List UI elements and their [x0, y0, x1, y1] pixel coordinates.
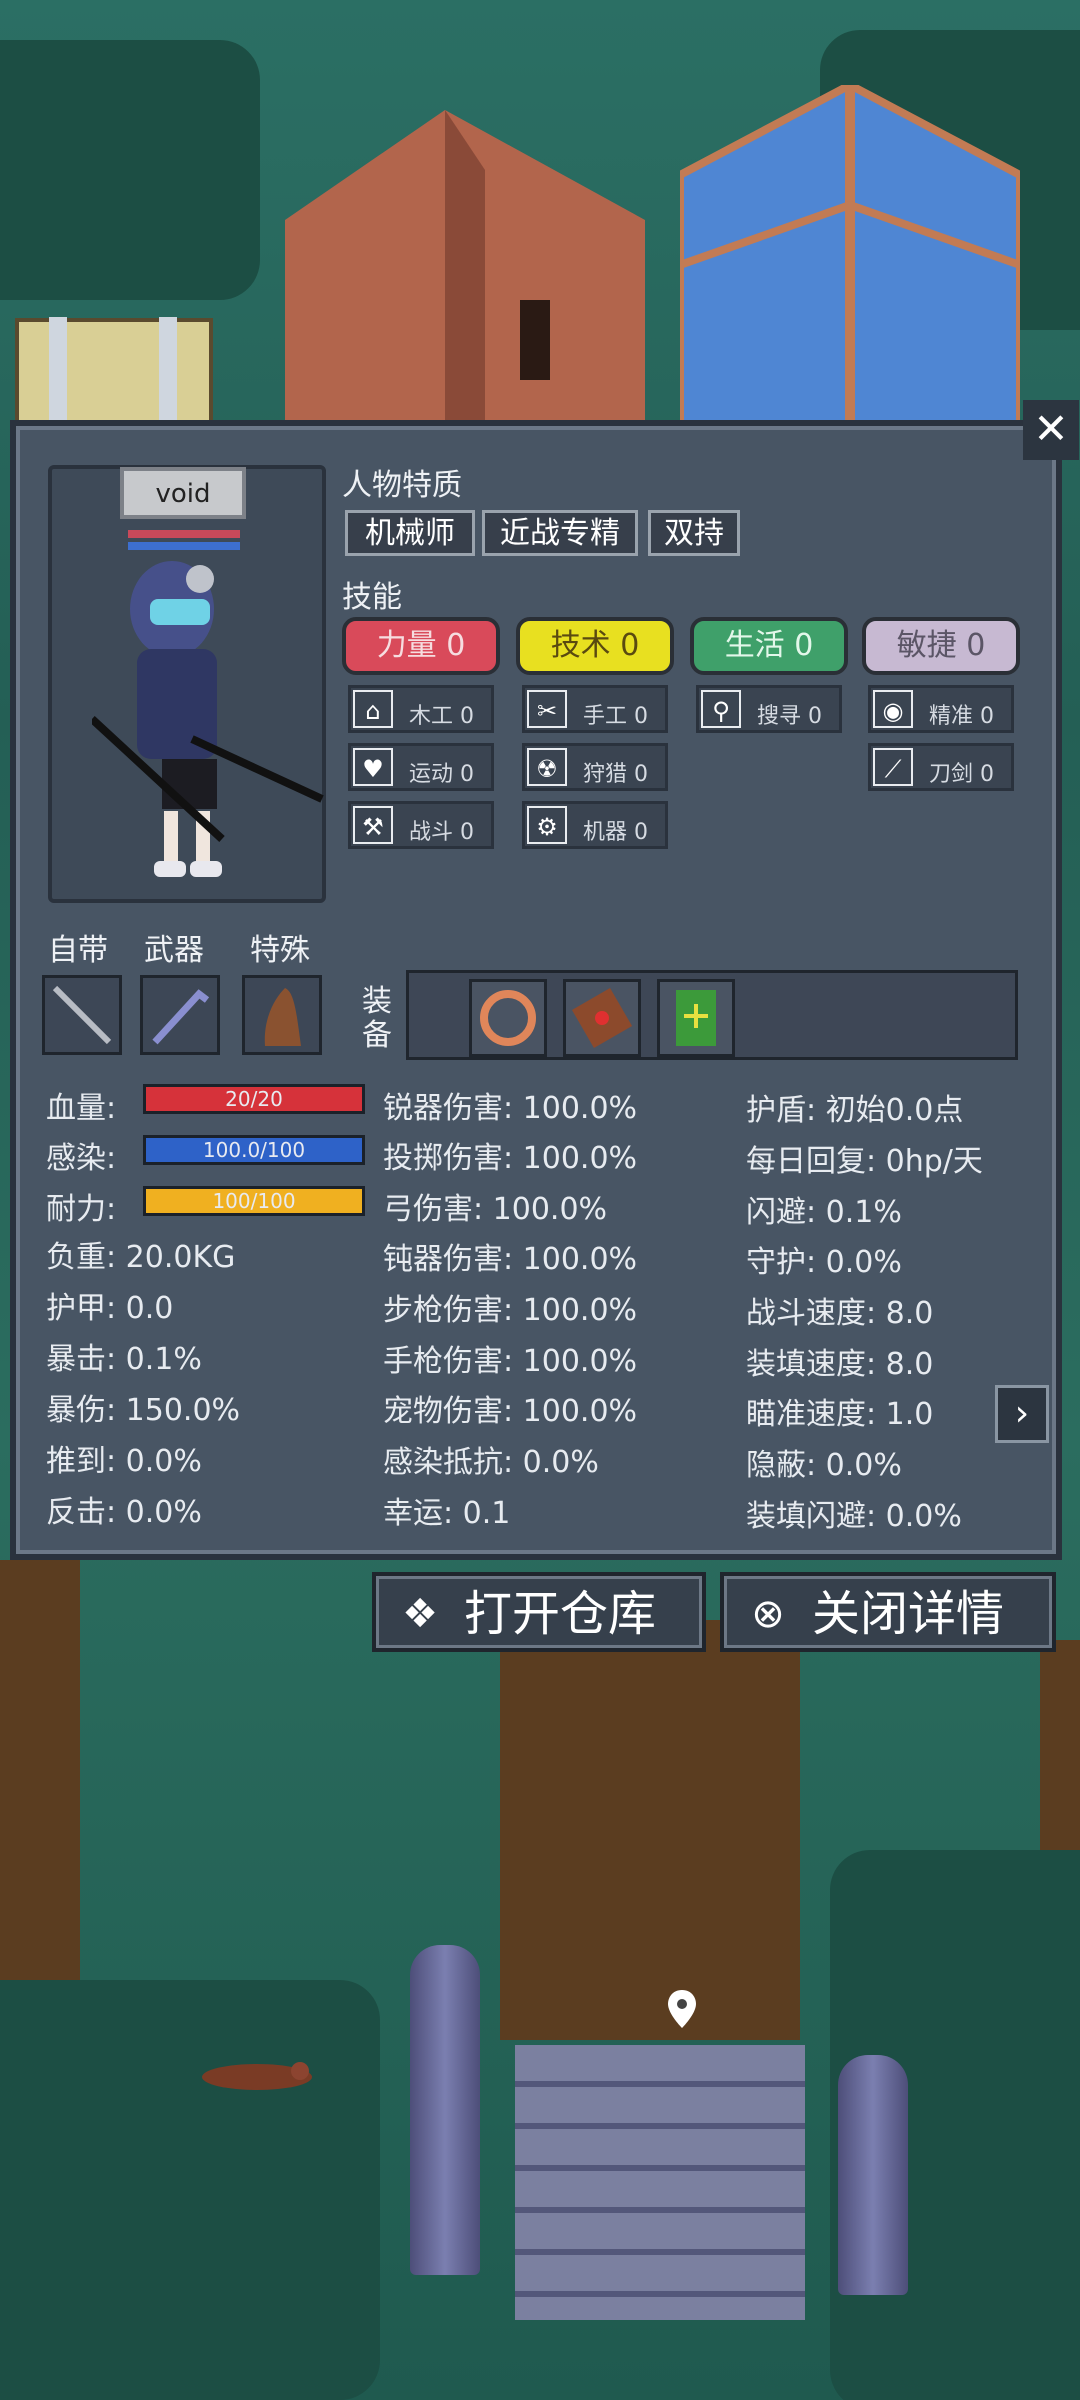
- stat-pistol-damage: 手枪伤害: 100.0%: [383, 1344, 638, 1379]
- skill-hunting[interactable]: ☢ 狩猎 0: [522, 743, 668, 791]
- skill-precision[interactable]: ◉ 精准 0: [868, 685, 1014, 733]
- radiation-icon: ☢: [527, 748, 567, 786]
- equip-slot[interactable]: [469, 979, 547, 1057]
- stat-blunt-damage: 钝器伤害: 100.0%: [383, 1242, 638, 1277]
- stat-daily-regen: 每日回复: 0hp/天: [746, 1144, 983, 1179]
- stamina-bar: 100/100: [143, 1186, 365, 1216]
- stat-stealth: 隐蔽: 0.0%: [746, 1448, 902, 1483]
- infection-value: 100.0/100: [202, 1138, 306, 1162]
- stat-aim-speed: 瞄准速度: 1.0: [746, 1397, 934, 1432]
- close-panel-button[interactable]: ✕: [1023, 400, 1079, 460]
- weasel-creature[interactable]: [200, 2055, 315, 2091]
- magnifier-icon: ⚲: [701, 690, 741, 728]
- stat-sharp-damage: 锐器伤害: 100.0%: [383, 1091, 638, 1126]
- infection-bar: 100.0/100: [143, 1135, 365, 1165]
- trait-badge[interactable]: 双持: [648, 510, 740, 556]
- skill-category-tech[interactable]: 技术 0: [516, 617, 674, 675]
- stat-knockdown: 推到: 0.0%: [46, 1444, 202, 1479]
- stat-luck: 幸运: 0.1: [383, 1496, 511, 1531]
- stat-rifle-damage: 步枪伤害: 100.0%: [383, 1293, 638, 1328]
- stat-infection-resist: 感染抵抗: 0.0%: [383, 1445, 599, 1480]
- stat-guard: 守护: 0.0%: [746, 1245, 902, 1280]
- axe-icon: ⚒: [353, 806, 393, 844]
- sword-icon: ⟋: [873, 748, 913, 786]
- crowbar-icon: [152, 989, 210, 1045]
- skill-machine[interactable]: ⚙ 机器 0: [522, 801, 668, 849]
- stamina-value: 100/100: [212, 1189, 296, 1213]
- stone-pillar-left: [410, 1945, 480, 2275]
- infection-label: 感染:: [46, 1141, 117, 1176]
- health-bar: 20/20: [143, 1084, 365, 1114]
- traits-title: 人物特质: [342, 468, 462, 503]
- stat-reload-speed: 装填速度: 8.0: [746, 1347, 934, 1382]
- health-mini-bar: [128, 530, 240, 538]
- stat-counter: 反击: 0.0%: [46, 1495, 202, 1530]
- equip-slot[interactable]: [563, 979, 641, 1057]
- weapon-slot[interactable]: [140, 975, 220, 1055]
- character-sprite: [92, 561, 324, 877]
- health-value: 20/20: [225, 1087, 283, 1111]
- skill-search[interactable]: ⚲ 搜寻 0: [696, 685, 842, 733]
- skills-title: 技能: [342, 580, 402, 615]
- close-details-button[interactable]: ⊗ 关闭详情: [720, 1572, 1056, 1652]
- special-slot[interactable]: [242, 975, 322, 1055]
- next-page-button[interactable]: ›: [995, 1385, 1049, 1443]
- stat-reload-dodge: 装填闪避: 0.0%: [746, 1499, 962, 1534]
- stat-dodge: 闪避: 0.1%: [746, 1195, 902, 1230]
- skill-woodwork[interactable]: ⌂ 木工 0: [348, 685, 494, 733]
- character-name[interactable]: void: [120, 467, 246, 519]
- infection-mini-bar: [128, 542, 240, 550]
- open-storage-button[interactable]: ❖ 打开仓库: [372, 1572, 706, 1652]
- builtin-slot[interactable]: [42, 975, 122, 1055]
- map-pin-icon[interactable]: [668, 1990, 696, 2028]
- stone-stairs[interactable]: [515, 2045, 805, 2320]
- book-icon: [571, 987, 633, 1049]
- weapon-slot-label: 武器: [144, 933, 204, 968]
- skill-category-life[interactable]: 生活 0: [690, 617, 848, 675]
- skill-sport[interactable]: ♥ 运动 0: [348, 743, 494, 791]
- skill-handcraft[interactable]: ✂ 手工 0: [522, 685, 668, 733]
- skill-category-strength[interactable]: 力量 0: [342, 617, 500, 675]
- trait-badge[interactable]: 机械师: [345, 510, 475, 556]
- brown-tent: [285, 110, 645, 430]
- stat-combat-speed: 战斗速度: 8.0: [746, 1296, 934, 1331]
- stat-crit: 暴击: 0.1%: [46, 1342, 202, 1377]
- skill-combat[interactable]: ⚒ 战斗 0: [348, 801, 494, 849]
- eye-icon: ◉: [873, 690, 913, 728]
- equip-slot[interactable]: [657, 979, 735, 1057]
- stamina-label: 耐力:: [46, 1192, 117, 1227]
- storage-icon: ❖: [402, 1591, 438, 1637]
- gear-icon: ⚙: [527, 806, 567, 844]
- green-book-icon: [676, 990, 716, 1046]
- supply-crate[interactable]: [15, 317, 213, 437]
- trait-badge[interactable]: 近战专精: [482, 510, 638, 556]
- stat-crit-damage: 暴伤: 150.0%: [46, 1393, 241, 1428]
- scissors-icon: ✂: [527, 690, 567, 728]
- weasel-pet-icon: [264, 988, 301, 1046]
- skill-blade[interactable]: ⟋ 刀剑 0: [868, 743, 1014, 791]
- stat-pet-damage: 宠物伤害: 100.0%: [383, 1394, 638, 1429]
- stat-shield: 护盾: 初始0.0点: [746, 1093, 964, 1128]
- stat-throw-damage: 投掷伤害: 100.0%: [383, 1141, 638, 1176]
- equip-label: 装 备: [362, 984, 392, 1053]
- house-icon: ⌂: [353, 690, 393, 728]
- builtin-slot-label: 自带: [48, 933, 108, 968]
- knife-icon: [52, 985, 112, 1045]
- stat-bow-damage: 弓伤害: 100.0%: [383, 1192, 608, 1227]
- special-slot-label: 特殊: [250, 933, 310, 968]
- heart-icon: ♥: [353, 748, 393, 786]
- ring-icon: [480, 990, 536, 1046]
- stat-load: 负重: 20.0KG: [46, 1240, 236, 1275]
- skill-category-agility[interactable]: 敏捷 0: [862, 617, 1020, 675]
- stone-pillar-right: [838, 2055, 908, 2295]
- stat-armor: 护甲: 0.0: [46, 1291, 174, 1326]
- health-label: 血量:: [46, 1091, 117, 1126]
- close-circle-icon: ⊗: [751, 1591, 785, 1637]
- blue-tent: [680, 85, 1020, 430]
- equipment-row: [406, 970, 1018, 1060]
